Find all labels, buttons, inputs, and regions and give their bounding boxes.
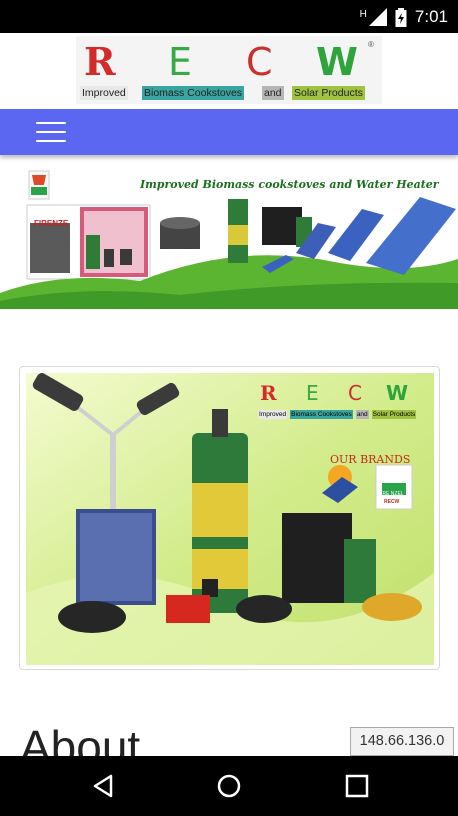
logo-letter-c: C bbox=[246, 40, 273, 84]
our-brands-label: OUR BRANDS bbox=[330, 453, 411, 466]
signal-icon bbox=[368, 8, 387, 26]
top-navbar bbox=[0, 109, 458, 155]
logo-tag-and: and bbox=[262, 86, 284, 100]
card-brand-tags: Improved Biomass Cookstoves and Solar Pr… bbox=[258, 410, 417, 419]
logo-letter-w: W bbox=[316, 40, 358, 84]
status-bar: H 7:01 bbox=[0, 0, 458, 33]
home-icon[interactable] bbox=[214, 771, 244, 801]
hamburger-icon[interactable] bbox=[36, 122, 66, 142]
hero-title: Improved Biomass cookstoves and Water He… bbox=[140, 178, 439, 191]
brand-logo-sub: RECW bbox=[384, 499, 400, 505]
product-card[interactable]: R E C W Improved Biomass Cookstoves and … bbox=[19, 366, 440, 670]
system-nav-bar bbox=[0, 756, 458, 816]
product-image: R E C W Improved Biomass Cookstoves and … bbox=[26, 373, 434, 665]
site-logo[interactable]: R E C W ® Improved Biomass Cookstoves an… bbox=[76, 36, 382, 104]
logo-letter-e: E bbox=[168, 40, 193, 84]
registered-mark: ® bbox=[368, 40, 374, 49]
back-icon[interactable] bbox=[89, 771, 119, 801]
card-brand-e: E bbox=[306, 381, 319, 405]
card-brand-r: R bbox=[260, 381, 277, 405]
site-header: R E C W ® Improved Biomass Cookstoves an… bbox=[0, 33, 458, 109]
logo-tag-improved: Improved bbox=[80, 86, 128, 100]
card-brand-w: W bbox=[386, 381, 409, 405]
network-type-label: H bbox=[359, 8, 367, 20]
logo-letter-r: R bbox=[84, 39, 116, 84]
brand-logo-text: FIRE NZEL bbox=[378, 491, 404, 497]
card-brand-c: C bbox=[348, 381, 362, 405]
recents-icon[interactable] bbox=[342, 771, 372, 801]
ip-address-badge: 148.66.136.0 bbox=[350, 727, 454, 756]
card-tag-and: and bbox=[355, 410, 369, 419]
hero-banner: Improved Biomass cookstoves and Water He… bbox=[0, 163, 458, 309]
card-tag-solar: Solar Products bbox=[371, 410, 417, 419]
hero-badge: FIRENZE bbox=[34, 219, 69, 228]
battery-icon bbox=[395, 7, 407, 27]
clock: 7:01 bbox=[414, 7, 448, 26]
logo-tag-solar: Solar Products bbox=[292, 86, 365, 100]
card-tag-improved: Improved bbox=[258, 410, 288, 419]
card-tag-biomass: Biomass Cookstoves bbox=[290, 410, 353, 419]
logo-tag-biomass: Biomass Cookstoves bbox=[142, 86, 245, 100]
